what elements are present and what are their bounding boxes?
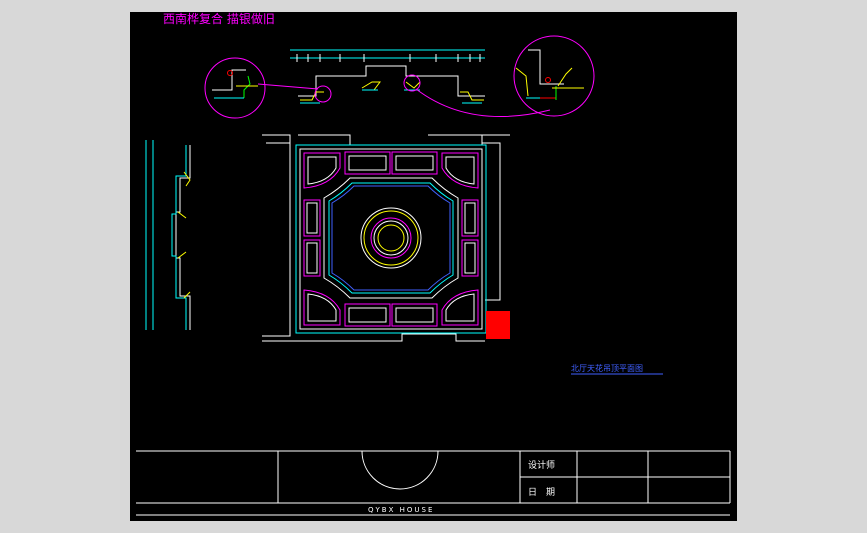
drawing-title: 西南桦复合 描银做旧 — [163, 11, 275, 26]
detail-bubble-right — [513, 35, 595, 117]
footer-text: QYBX HOUSE — [368, 506, 434, 514]
designer-label: 设计师 — [528, 459, 555, 471]
section-profile-left — [145, 140, 191, 330]
ceiling-medallion — [360, 207, 422, 269]
section-profile-top — [257, 49, 551, 118]
plan-label: 北厅天花吊顶平面图 — [571, 363, 643, 373]
ceiling-plan — [295, 144, 487, 334]
detail-callout-left — [314, 85, 332, 103]
profile-outline — [298, 65, 485, 97]
date-label: 日 期 — [528, 487, 555, 498]
detail-callout-right — [403, 74, 421, 92]
detail-bubble-left — [204, 57, 266, 119]
red-marker-block — [486, 311, 510, 339]
cad-drawing: 西南桦复合 描银做旧 北厅天花吊顶平面图 设计师 日 期 QYBX HOUSE — [136, 11, 731, 516]
